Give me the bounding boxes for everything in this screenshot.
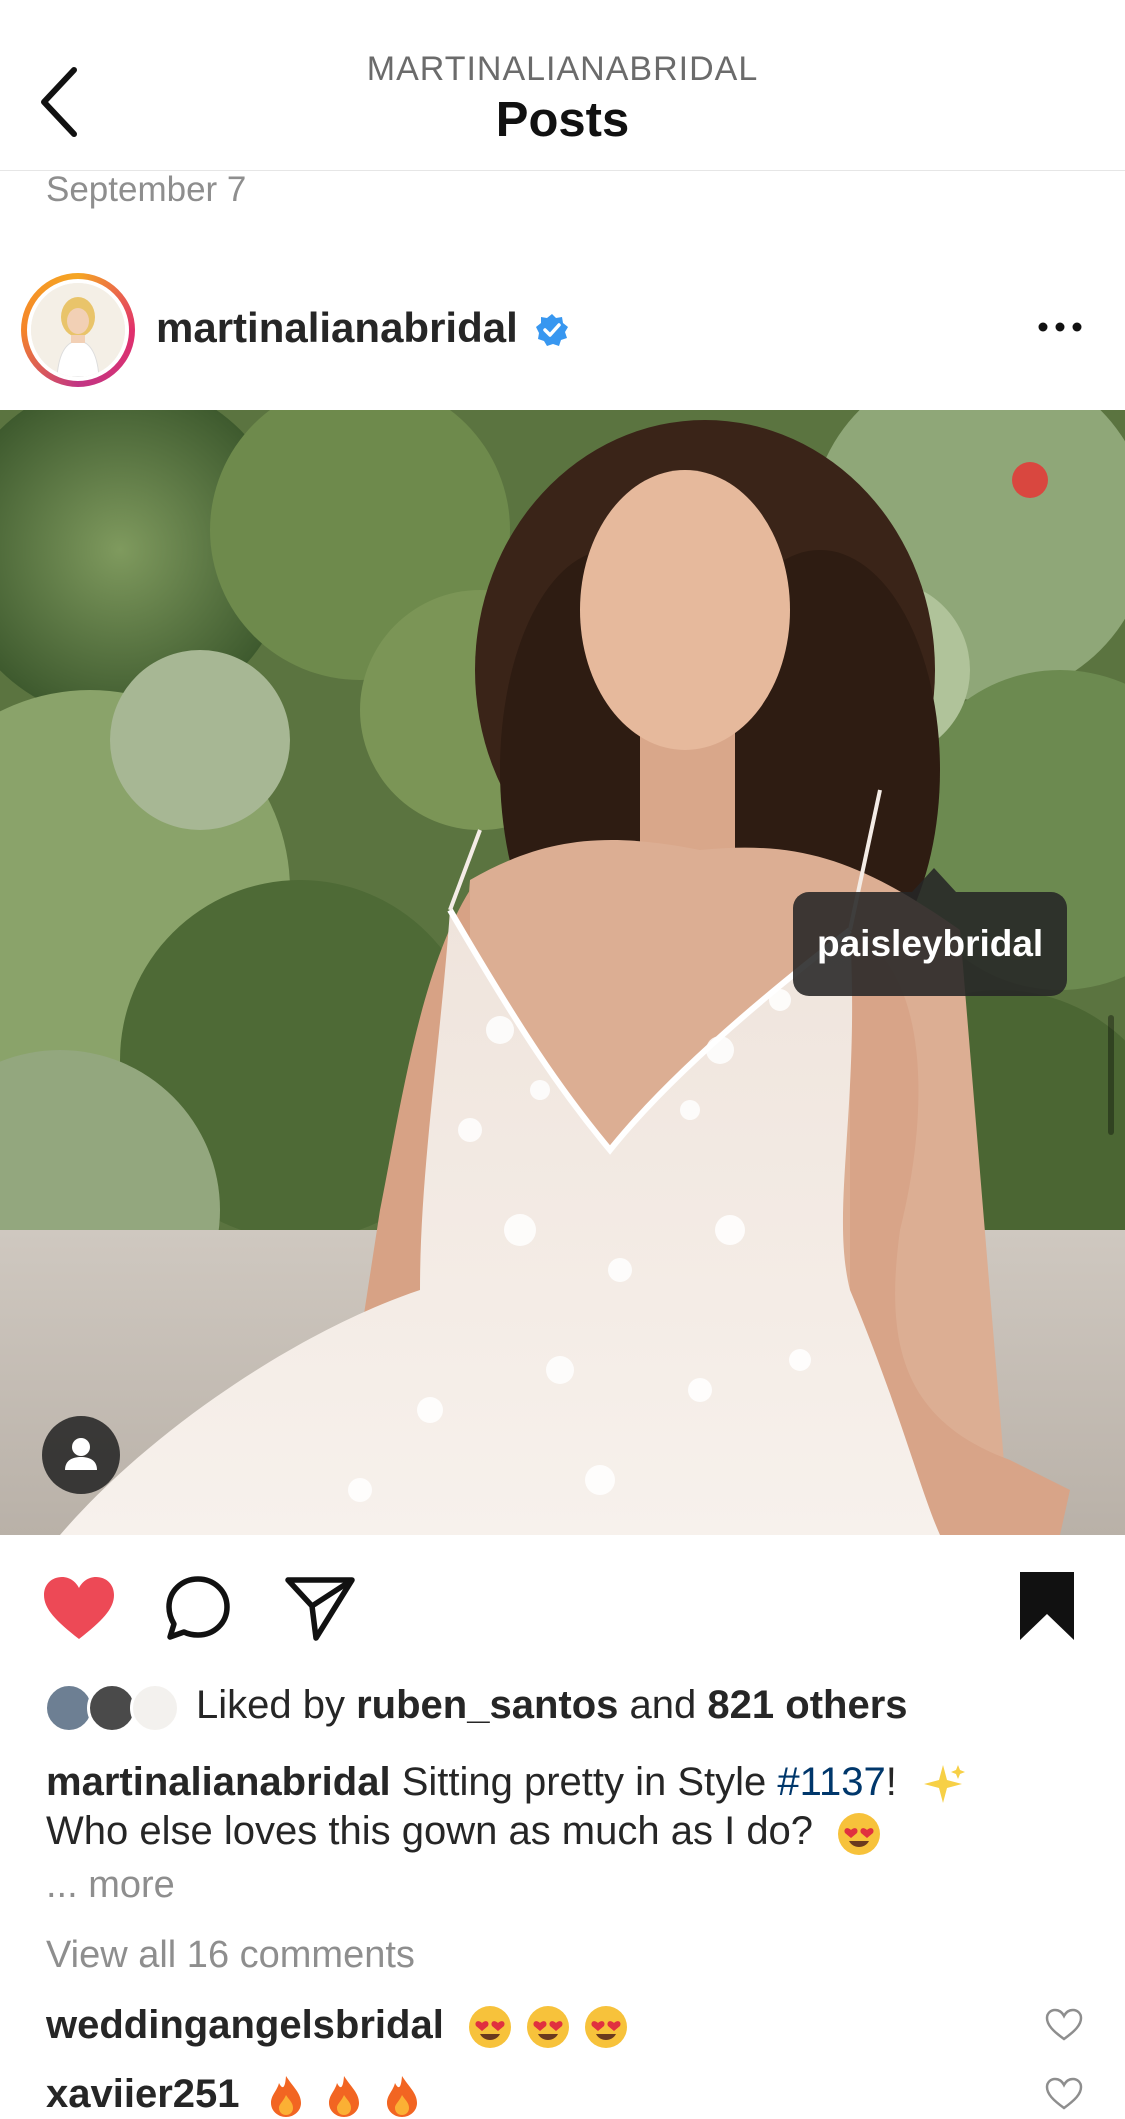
post-date: September 7 <box>46 170 247 209</box>
verified-badge-icon <box>536 314 568 346</box>
comment-item: weddingangelsbridal <box>46 2003 629 2050</box>
tag-pointer <box>912 868 956 892</box>
person-icon <box>65 1438 97 1470</box>
header-account-name: MARTINALIANABRIDAL <box>366 50 759 88</box>
likes-summary[interactable]: Liked by ruben_santos and 821 others <box>196 1683 908 1728</box>
likes-prefix: Liked by <box>196 1683 345 1727</box>
more-options-icon[interactable] <box>1035 312 1085 342</box>
comment-like-heart-icon[interactable] <box>1045 2008 1083 2042</box>
comment-username[interactable]: xaviier251 <box>46 2072 240 2116</box>
like-heart-icon[interactable] <box>42 1575 116 1641</box>
heart-eyes-emoji-icon <box>584 2006 627 2049</box>
likes-count[interactable]: 821 others <box>707 1683 907 1727</box>
heart-eyes-emoji-icon <box>526 2006 569 2049</box>
page-title: Posts <box>495 93 630 147</box>
share-paper-plane-icon[interactable] <box>284 1574 356 1642</box>
view-all-comments-link[interactable]: View all 16 comments <box>46 1934 415 1977</box>
comment-username[interactable]: weddingangelsbridal <box>46 2003 444 2047</box>
photo-user-tag[interactable]: paisleybridal <box>793 892 1068 996</box>
tagged-users-button[interactable] <box>42 1416 120 1494</box>
scroll-indicator <box>1108 1015 1114 1135</box>
likes-and: and <box>629 1683 697 1727</box>
fire-emoji-icon <box>386 2076 417 2118</box>
liker-username[interactable]: ruben_santos <box>356 1683 618 1727</box>
caption-punct: ! <box>885 1760 897 1804</box>
post-caption: martinalianabridal Sitting pretty in Sty… <box>46 1758 1046 1857</box>
caption-text: Sitting pretty in Style <box>401 1760 767 1804</box>
heart-eyes-emoji-icon <box>838 1812 881 1855</box>
fire-emoji-icon <box>328 2076 359 2118</box>
post-username[interactable]: martinalianabridal <box>156 304 518 352</box>
fire-emoji-icon <box>270 2076 301 2118</box>
liker-avatar <box>130 1683 180 1733</box>
caption-username[interactable]: martinalianabridal <box>46 1760 391 1804</box>
caption-hashtag[interactable]: #1137 <box>777 1760 885 1804</box>
comment-bubble-icon[interactable] <box>164 1574 232 1642</box>
caption-text-line2: Who else loves this gown as much as I do… <box>46 1809 814 1854</box>
comment-like-heart-icon[interactable] <box>1045 2077 1083 2111</box>
caption-more-link[interactable]: ... more <box>46 1864 175 1907</box>
heart-eyes-emoji-icon <box>468 2006 511 2049</box>
profile-avatar[interactable] <box>27 279 129 381</box>
save-bookmark-icon[interactable] <box>1018 1570 1076 1642</box>
sparkles-icon <box>923 1765 965 1804</box>
top-bar: MARTINALIANABRIDAL Posts <box>0 0 1125 171</box>
